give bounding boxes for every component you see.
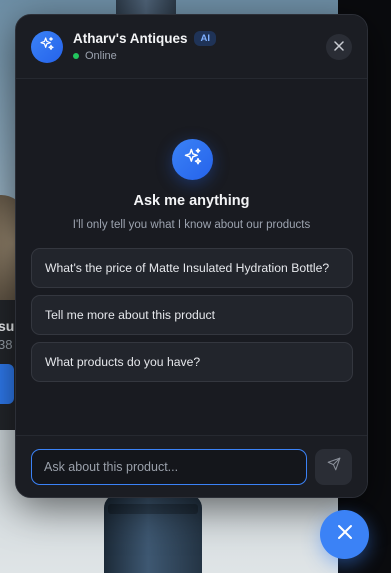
welcome-subtitle: I'll only tell you what I know about our… <box>72 219 311 231</box>
welcome-title: Ask me anything <box>133 193 250 209</box>
background-product-name: su <box>0 318 15 334</box>
send-button[interactable] <box>315 448 352 485</box>
chat-panel: Atharv's Antiques AI Online Ask me anyth… <box>15 14 368 498</box>
chat-header: Atharv's Antiques AI Online <box>16 15 367 79</box>
send-icon <box>327 457 341 476</box>
suggestion-product-details[interactable]: Tell me more about this product <box>31 295 353 335</box>
close-icon <box>337 524 353 545</box>
online-status-dot <box>73 53 79 59</box>
bottle-image <box>104 494 202 573</box>
chat-header-info: Atharv's Antiques AI Online <box>73 31 326 62</box>
chat-input-bar <box>16 435 367 497</box>
chat-message-input[interactable] <box>31 448 308 485</box>
close-chat-button[interactable] <box>326 33 352 60</box>
close-icon <box>334 38 344 56</box>
suggestion-price-question[interactable]: What's the price of Matte Insulated Hydr… <box>31 248 353 288</box>
store-name: Atharv's Antiques <box>73 31 188 46</box>
chat-body: Ask me anything I'll only tell you what … <box>16 79 367 435</box>
suggestion-list: What's the price of Matte Insulated Hydr… <box>31 248 353 389</box>
background-product-price: 38 <box>0 337 13 352</box>
sparkles-icon <box>183 147 203 172</box>
welcome-avatar <box>172 139 213 180</box>
ai-badge: AI <box>194 31 216 46</box>
assistant-avatar <box>31 30 63 63</box>
sparkles-icon <box>39 36 55 57</box>
status-text: Online <box>85 50 117 62</box>
chat-launcher-close-button[interactable] <box>320 510 369 559</box>
background-add-to-cart-button[interactable] <box>0 364 14 404</box>
suggestion-product-list[interactable]: What products do you have? <box>31 342 353 382</box>
